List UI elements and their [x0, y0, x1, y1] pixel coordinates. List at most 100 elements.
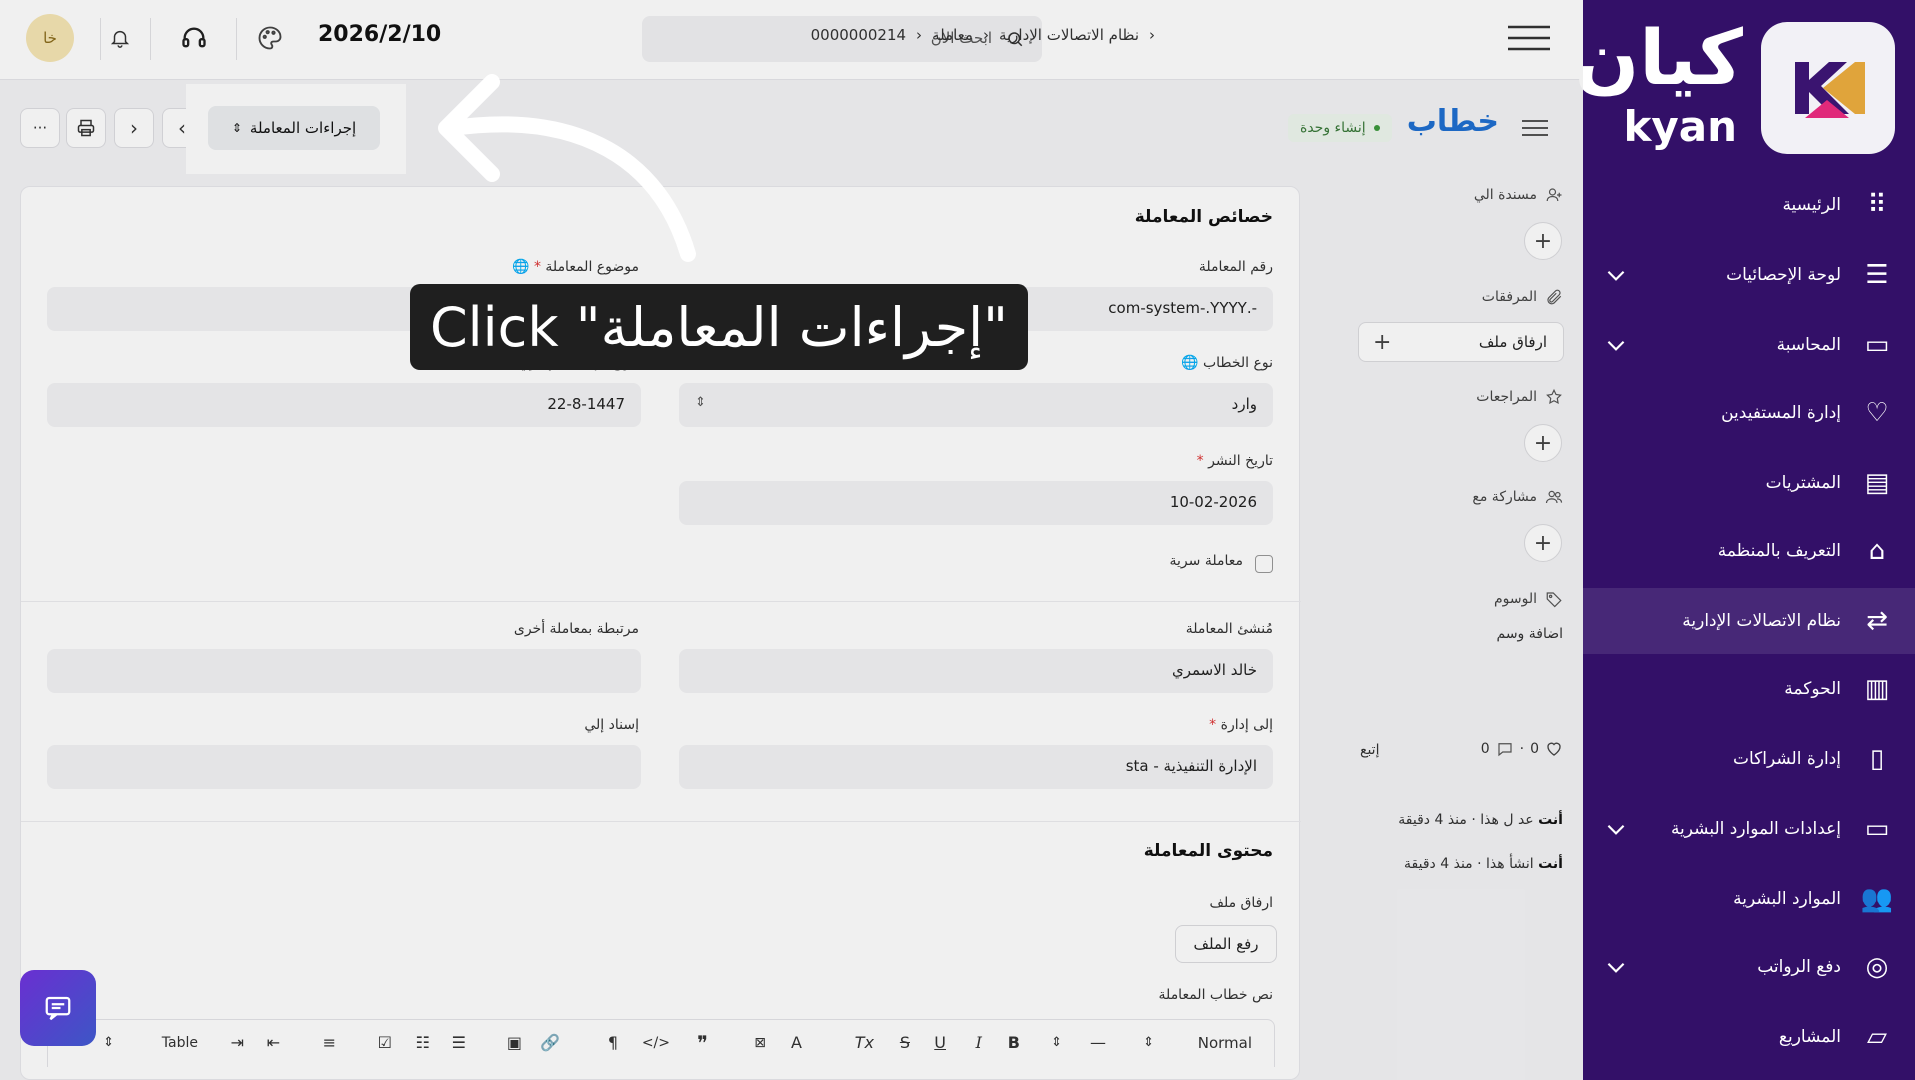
stats-icon: ☰ [1865, 260, 1889, 290]
breadcrumb-item[interactable]: نظام الاتصالات الإدارية [999, 26, 1139, 44]
horizontal-rule-icon[interactable]: — [1090, 1032, 1106, 1054]
upload-file-button[interactable]: رفع الملف [1175, 925, 1277, 963]
list-menu-icon[interactable] [1522, 118, 1548, 138]
add-tag-link[interactable]: اضافة وسم [1497, 626, 1564, 642]
add-assignee-button[interactable]: + [1524, 222, 1562, 260]
next-button[interactable]: › [114, 108, 154, 148]
clear-format-icon[interactable]: Tx [855, 1032, 874, 1054]
outdent-icon[interactable]: ⇤ [267, 1032, 280, 1054]
attach-file-button[interactable]: ارفاق ملف + [1358, 322, 1564, 362]
sidebar-item-communications[interactable]: ⇄ نظام الاتصالات الإدارية [1583, 588, 1915, 654]
comment-icon[interactable] [1496, 740, 1514, 758]
updown-chevron-icon[interactable]: ⇕ [1143, 1032, 1154, 1054]
engagement-counts: 0 · 0 [1481, 740, 1563, 758]
headset-icon[interactable] [176, 20, 212, 56]
comment-count: 0 [1480, 741, 1490, 757]
updown-chevron-icon: ⇕ [231, 121, 242, 135]
chat-button[interactable] [20, 970, 96, 1046]
sidebar-item-hr[interactable]: 👥 الموارد البشرية [1583, 866, 1915, 932]
store-icon: ⌂ [1868, 536, 1886, 566]
sidebar-item-statistics[interactable]: ☰ لوحة الإحصائيات [1583, 242, 1915, 308]
transaction-actions-button[interactable]: إجراءات المعاملة ⇕ [208, 106, 380, 150]
sidebar-item-purchases[interactable]: ▤ المشتريات [1583, 450, 1915, 516]
sidebar-item-label: إعدادات الموارد البشرية [1670, 819, 1841, 839]
letter-type-select[interactable]: وارد ⇕ [679, 383, 1273, 427]
bell-icon[interactable] [102, 20, 138, 56]
page-title: خطاب [1406, 104, 1499, 139]
chevron-down-icon [1607, 824, 1625, 835]
attachments-label: المرفقات [1482, 288, 1563, 306]
follow-link[interactable]: إتبع [1360, 742, 1379, 758]
underline-icon[interactable]: U [934, 1032, 946, 1054]
table-button[interactable]: Table [162, 1032, 198, 1054]
plus-icon: + [1373, 330, 1392, 355]
sidebar-item-organization[interactable]: ⌂ التعريف بالمنظمة [1583, 518, 1915, 584]
bold-icon[interactable]: B [1008, 1032, 1020, 1054]
check-list-icon[interactable]: ☑ [378, 1032, 392, 1054]
sidebar-item-projects[interactable]: ▱ المشاريع [1583, 1004, 1915, 1070]
indent-icon[interactable]: ⇥ [231, 1032, 244, 1054]
sidebar-item-payroll[interactable]: ◎ دفع الرواتب [1583, 934, 1915, 1000]
sidebar-item-beneficiaries[interactable]: ♡ إدارة المستفيدين [1583, 380, 1915, 446]
updown-chevron-icon[interactable]: ⇕ [1051, 1032, 1062, 1054]
text-style-select[interactable]: Normal [1198, 1032, 1252, 1054]
sidebar-item-accounting[interactable]: ▭ المحاسبة [1583, 312, 1915, 378]
confidential-checkbox[interactable] [1255, 555, 1273, 573]
publish-date-value: 10-02-2026 [1169, 493, 1257, 511]
text-color-icon[interactable]: A [791, 1032, 802, 1054]
attach-file-label: ارفاق ملف [1209, 895, 1273, 911]
breadcrumb-item[interactable]: معاملة [932, 26, 973, 44]
add-share-button[interactable]: + [1524, 524, 1562, 562]
print-icon [77, 119, 95, 137]
assign-to-field[interactable] [47, 745, 641, 789]
ordered-list-icon[interactable]: ☰ [452, 1032, 466, 1054]
to-department-field[interactable]: الإدارة التنفيذية - sta [679, 745, 1273, 789]
avatar[interactable]: خا [26, 14, 74, 62]
creator-field[interactable]: خالد الاسمري [679, 649, 1273, 693]
text-direction-icon[interactable]: ¶ [608, 1032, 618, 1054]
sidebar: كيان kyan ⠿ الرئيسية ☰ لوحة الإحصائيات ▭… [1574, 0, 1915, 1080]
chevron-down-icon [1607, 962, 1625, 973]
code-icon[interactable]: </> [642, 1032, 670, 1054]
publish-date-field[interactable]: 10-02-2026 [679, 481, 1273, 525]
strikethrough-icon[interactable]: S [900, 1032, 910, 1054]
quote-icon[interactable]: ❞ [697, 1032, 708, 1054]
updown-chevron-icon[interactable]: ⇕ [103, 1032, 114, 1054]
sidebar-item-partnerships[interactable]: ▯ إدارة الشراكات [1583, 726, 1915, 792]
linked-transaction-field[interactable] [47, 649, 641, 693]
align-icon[interactable]: ≡ [323, 1032, 336, 1054]
transaction-number-field[interactable]: -.com-system-.YYYY [679, 287, 1273, 331]
users-icon [1545, 490, 1563, 504]
sidebar-item-label: التعريف بالمنظمة [1717, 541, 1841, 561]
chevron-left-icon: ‹ [1149, 26, 1155, 44]
sidebar-item-governance[interactable]: ▥ الحوكمة [1583, 656, 1915, 722]
menu-icon[interactable] [1508, 24, 1550, 52]
print-button[interactable] [66, 108, 106, 148]
subject-field[interactable] [47, 287, 641, 331]
hijri-date-field[interactable]: 22-8-1447 [47, 383, 641, 427]
plus-icon: + [1533, 228, 1553, 254]
bullet-list-icon[interactable]: ☷ [416, 1032, 430, 1054]
document-icon: ▯ [1869, 744, 1885, 774]
activity-item: أنت عد ل هذا · منذ 4 دقيقة [1398, 812, 1563, 828]
sidebar-item-hr-settings[interactable]: ▭ إعدادات الموارد البشرية [1583, 796, 1915, 862]
reviews-label: المراجعات [1476, 388, 1563, 406]
logo[interactable] [1761, 22, 1895, 154]
linked-transaction-label: مرتبطة بمعاملة أخرى [513, 621, 639, 637]
folder-icon: ▱ [1867, 1022, 1887, 1052]
sidebar-item-home[interactable]: ⠿ الرئيسية [1583, 172, 1915, 238]
separator: · [1519, 741, 1525, 757]
add-review-button[interactable]: + [1524, 424, 1562, 462]
confidential-label: معاملة سرية [1169, 553, 1243, 569]
heart-icon[interactable] [1545, 740, 1563, 758]
transaction-number-value: -.com-system-.YYYY [1108, 299, 1257, 317]
more-button[interactable]: ··· [20, 108, 60, 148]
users-icon: 👥 [1860, 884, 1894, 914]
tag-icon [1546, 592, 1562, 608]
highlight-color-icon[interactable]: ⊠ [754, 1032, 766, 1054]
ellipsis-icon: ··· [32, 119, 48, 137]
italic-icon[interactable]: I [976, 1032, 982, 1054]
image-icon[interactable]: ▣ [507, 1032, 522, 1054]
palette-icon[interactable] [252, 20, 288, 56]
link-icon[interactable]: 🔗 [540, 1032, 560, 1054]
